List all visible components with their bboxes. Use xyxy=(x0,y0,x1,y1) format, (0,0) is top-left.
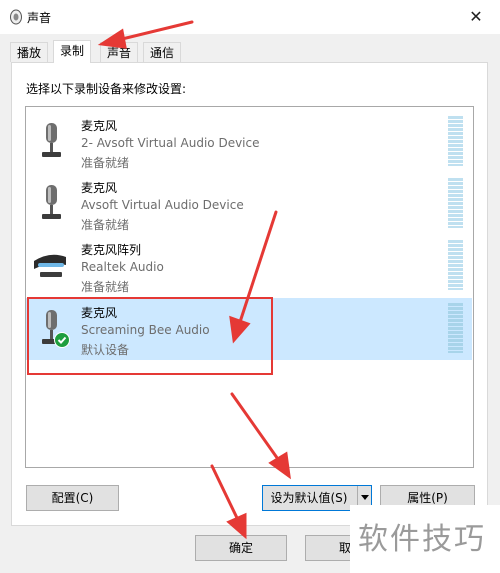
annotation-arrows xyxy=(97,20,291,540)
tab-recording[interactable]: 录制 xyxy=(53,40,92,63)
